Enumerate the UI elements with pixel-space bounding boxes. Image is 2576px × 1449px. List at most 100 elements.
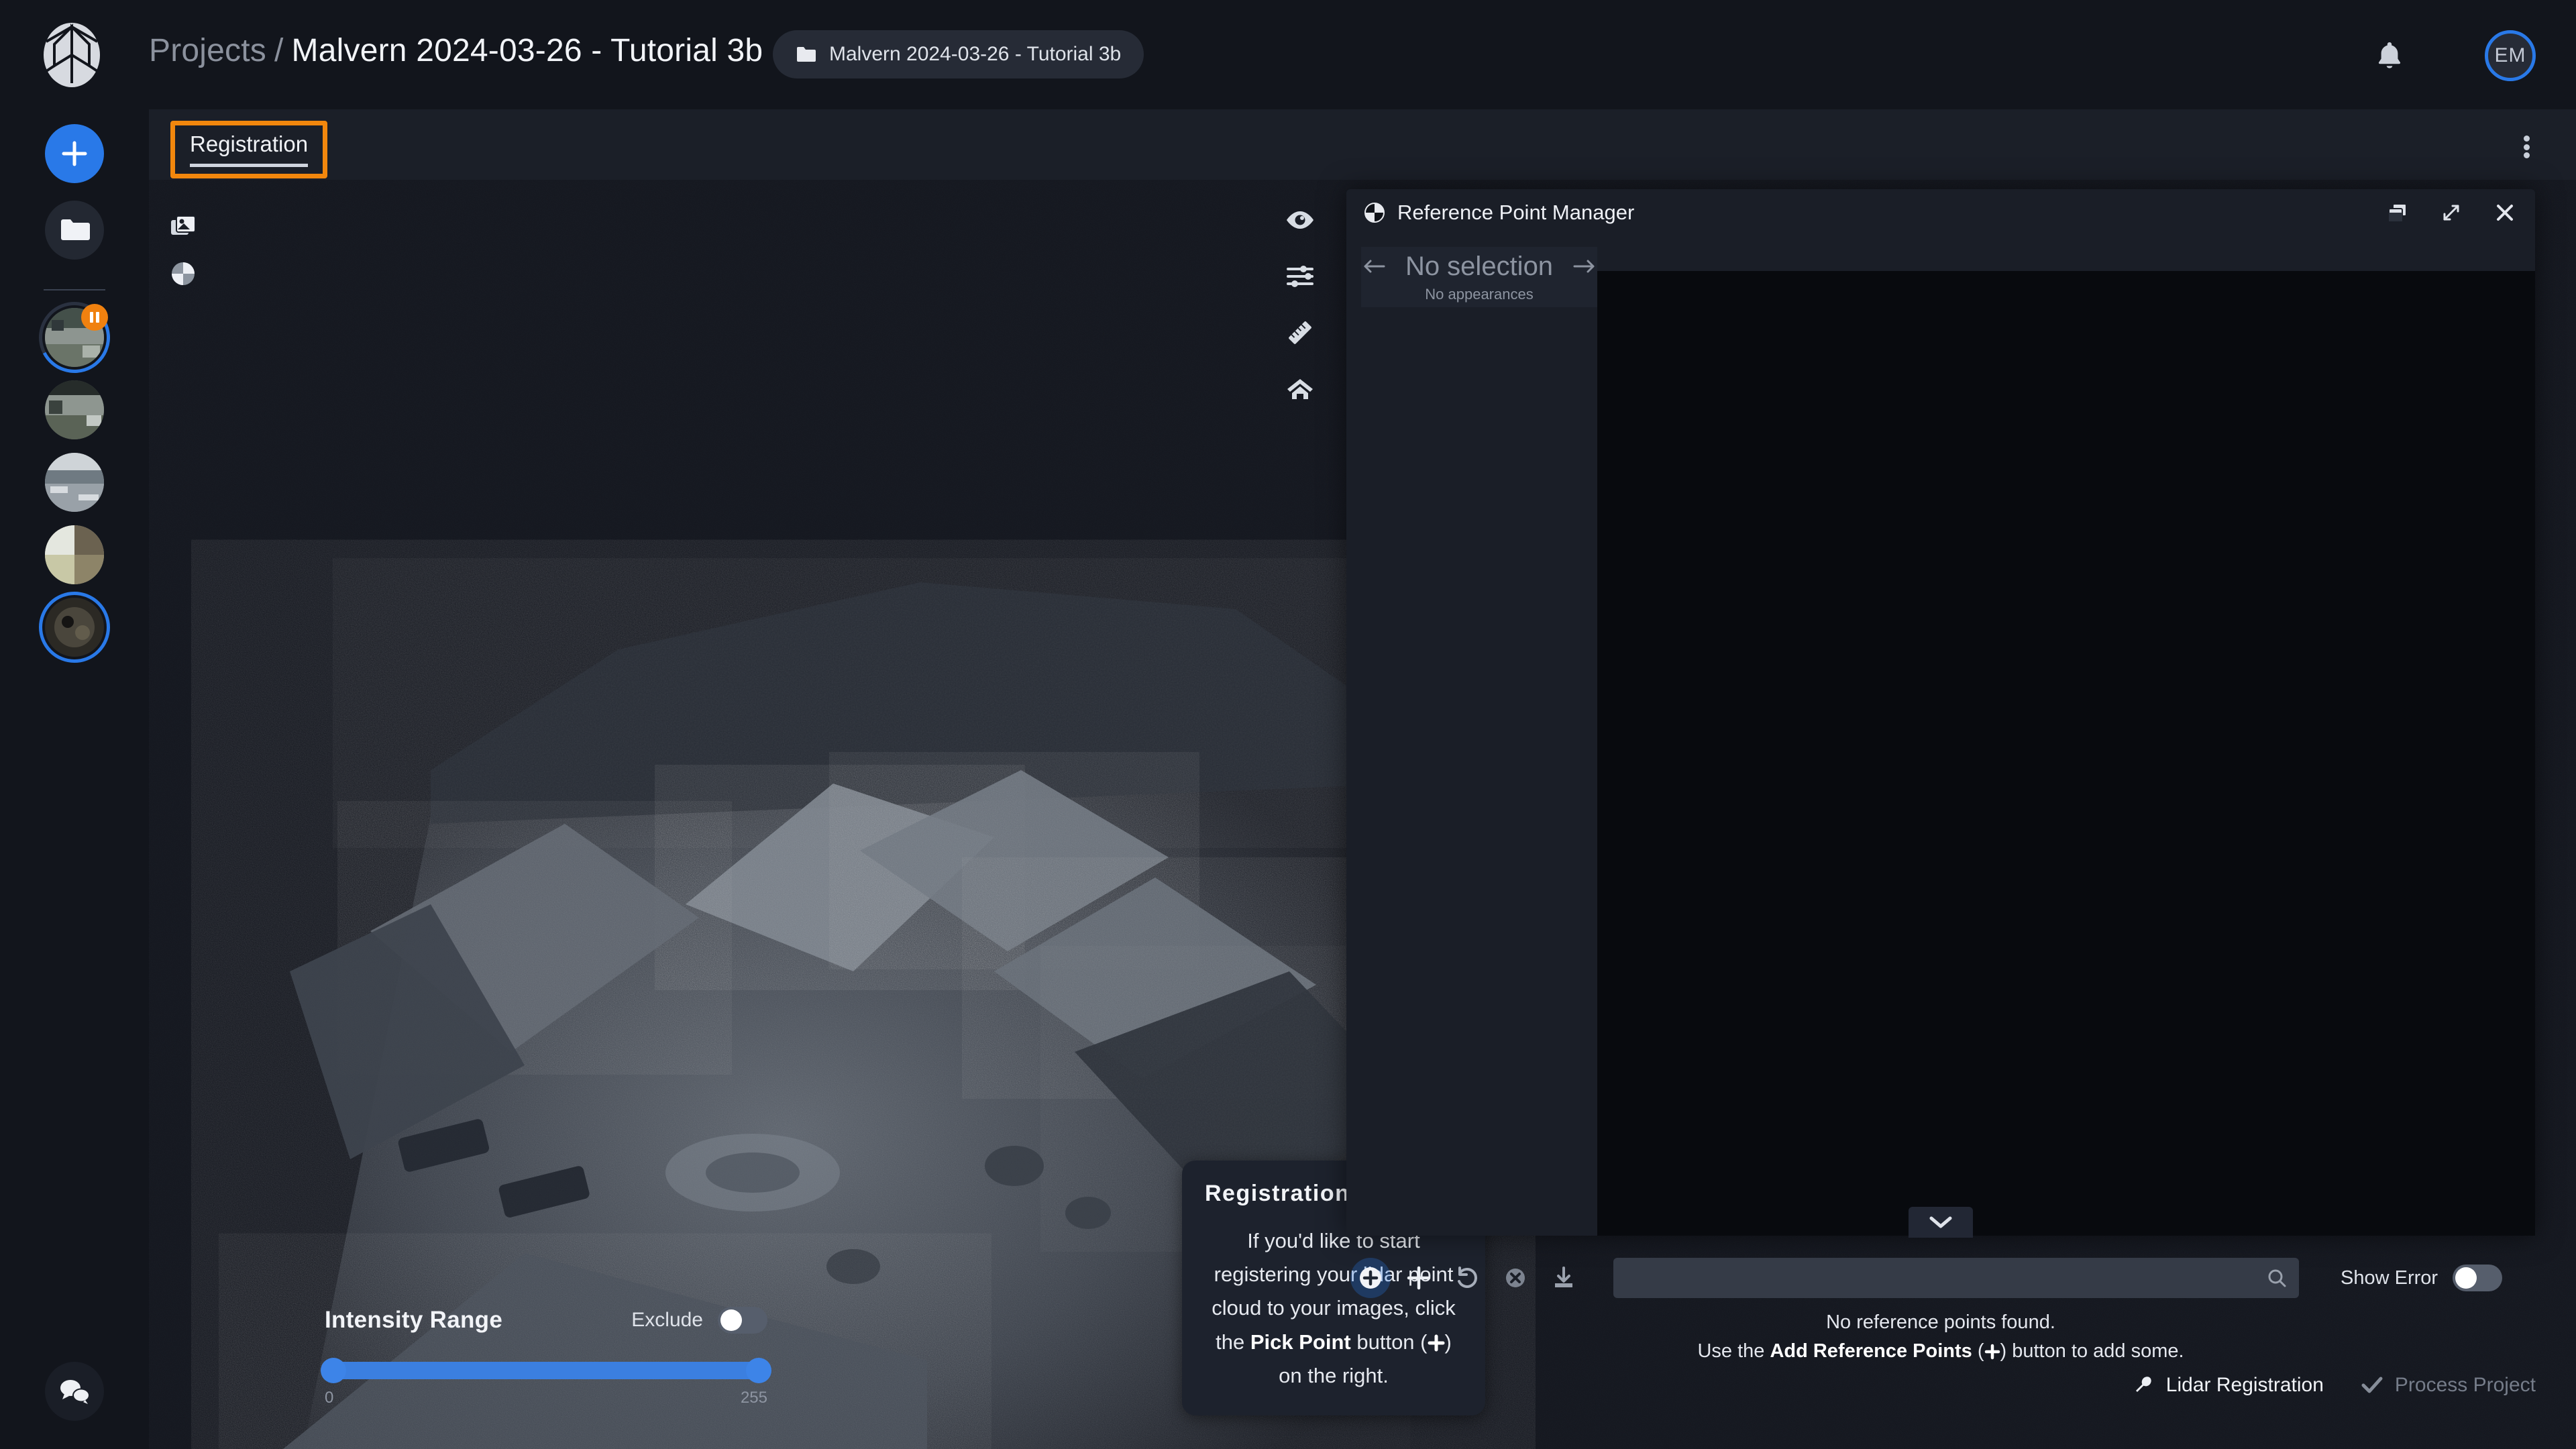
add-new-button[interactable] bbox=[45, 124, 104, 183]
bell-icon[interactable] bbox=[2371, 37, 2408, 74]
add-reference-points-button[interactable] bbox=[1395, 1254, 1443, 1302]
show-error-label: Show Error bbox=[2341, 1267, 2438, 1289]
plus-icon bbox=[1406, 1265, 1432, 1291]
viewport-tool-strip bbox=[1281, 201, 1319, 408]
intensity-range-slider[interactable] bbox=[325, 1362, 767, 1379]
intensity-min-handle[interactable] bbox=[321, 1358, 346, 1383]
rpm-body: No selection No appearances bbox=[1346, 236, 2535, 1236]
search-input[interactable] bbox=[1613, 1258, 2299, 1298]
chat-bubbles-icon[interactable] bbox=[45, 1362, 104, 1421]
pause-icon[interactable] bbox=[81, 304, 108, 331]
empty-text-part1: Use the bbox=[1697, 1340, 1770, 1362]
ruler-icon[interactable] bbox=[1281, 314, 1319, 352]
registration-tab-highlight: Registration bbox=[170, 121, 327, 178]
intensity-min-tick: 0 bbox=[325, 1389, 333, 1407]
selected-ring bbox=[39, 592, 110, 663]
delete-button[interactable] bbox=[1491, 1254, 1540, 1302]
intensity-max-tick: 255 bbox=[741, 1389, 767, 1407]
wrench-icon bbox=[2133, 1375, 2154, 1396]
avatar[interactable]: EM bbox=[2485, 30, 2536, 81]
process-project-label: Process Project bbox=[2395, 1374, 2536, 1397]
sidebar-item-dataset-2[interactable] bbox=[45, 380, 104, 439]
sphere-quadrant-icon[interactable] bbox=[164, 255, 202, 292]
rpm-title: Reference Point Manager bbox=[1397, 201, 1634, 225]
exclude-toggle[interactable] bbox=[718, 1307, 767, 1334]
reset-button[interactable] bbox=[1443, 1254, 1491, 1302]
rpm-collapse-handle[interactable] bbox=[1909, 1207, 1973, 1238]
tab-registration[interactable]: Registration bbox=[175, 125, 323, 174]
rpm-footer-actions: Lidar Registration Process Project bbox=[2133, 1374, 2536, 1397]
empty-text-bold: Add Reference Points bbox=[1770, 1340, 1972, 1362]
projects-folder-button[interactable] bbox=[45, 201, 104, 260]
rpm-empty-line2: Use the Add Reference Points ( ) button t… bbox=[1346, 1337, 2535, 1366]
empty-text-part2: ( bbox=[1972, 1340, 1984, 1362]
left-rail bbox=[0, 109, 149, 1449]
intensity-range-title: Intensity Range bbox=[325, 1307, 502, 1334]
check-icon bbox=[2361, 1376, 2383, 1395]
rpm-selection-bar: No selection No appearances bbox=[1361, 247, 1597, 307]
help-text-bold: Pick Point bbox=[1250, 1330, 1351, 1354]
dataset-thumbnail-2 bbox=[45, 380, 104, 439]
kebab-menu-icon[interactable] bbox=[2512, 132, 2541, 162]
undo-icon bbox=[1454, 1265, 1480, 1291]
export-button[interactable] bbox=[1540, 1254, 1588, 1302]
breadcrumb-separator: / bbox=[266, 32, 292, 69]
tab-bar: Registration bbox=[149, 109, 2576, 180]
intensity-range-panel: Intensity Range Exclude 0 255 bbox=[325, 1307, 767, 1407]
breadcrumb-current-project: Malvern 2024-03-26 - Tutorial 3b bbox=[292, 32, 763, 69]
lidar-registration-label: Lidar Registration bbox=[2166, 1374, 2324, 1397]
show-error-control: Show Error bbox=[2341, 1265, 2502, 1291]
sliders-icon[interactable] bbox=[1281, 258, 1319, 295]
project-chip-label: Malvern 2024-03-26 - Tutorial 3b bbox=[829, 43, 1121, 66]
dataset-thumbnail-3 bbox=[45, 453, 104, 512]
rpm-image-canvas[interactable] bbox=[1597, 271, 2535, 1236]
expand-diagonal-icon[interactable] bbox=[2436, 197, 2467, 228]
restore-window-icon[interactable] bbox=[2382, 197, 2413, 228]
eye-icon[interactable] bbox=[1281, 201, 1319, 239]
rpm-window-controls bbox=[2382, 197, 2520, 228]
breadcrumb-projects-link[interactable]: Projects bbox=[149, 32, 266, 69]
empty-text-part3: ) button to add some. bbox=[2000, 1340, 2184, 1362]
circle-plus-filled-icon bbox=[1357, 1265, 1384, 1291]
arrow-left-icon[interactable] bbox=[1362, 258, 1385, 274]
rpm-empty-line1: No reference points found. bbox=[1346, 1308, 2535, 1337]
sidebar-item-dataset-3[interactable] bbox=[45, 453, 104, 512]
sidebar-item-dataset-1[interactable] bbox=[45, 308, 104, 367]
plus-icon bbox=[1984, 1340, 2000, 1362]
show-error-toggle[interactable] bbox=[2453, 1265, 2502, 1291]
dataset-thumbnail-4 bbox=[45, 525, 104, 584]
folder-icon bbox=[796, 46, 817, 63]
rpm-selection-label: No selection bbox=[1405, 252, 1553, 282]
breadcrumb: Projects / Malvern 2024-03-26 - Tutorial… bbox=[149, 32, 763, 69]
tab-registration-label: Registration bbox=[190, 133, 308, 155]
search-icon bbox=[2267, 1268, 2287, 1288]
sphere-quadrant-icon bbox=[1364, 202, 1385, 223]
rpm-no-appearances-label: No appearances bbox=[1425, 286, 1533, 303]
rpm-header: Reference Point Manager bbox=[1346, 189, 2535, 236]
image-stack-icon[interactable] bbox=[164, 208, 202, 246]
sidebar-item-dataset-4[interactable] bbox=[45, 525, 104, 584]
rpm-left-pane bbox=[1346, 307, 1597, 1236]
arrow-right-icon[interactable] bbox=[1573, 258, 1596, 274]
avatar-initials: EM bbox=[2495, 44, 2526, 67]
tab-active-underline bbox=[190, 164, 308, 167]
rail-divider bbox=[44, 289, 105, 290]
intensity-max-handle[interactable] bbox=[746, 1358, 771, 1383]
lidar-registration-button[interactable]: Lidar Registration bbox=[2133, 1374, 2324, 1397]
reference-point-manager-panel: Reference Point Manager bbox=[1346, 189, 2535, 1236]
project-chip[interactable]: Malvern 2024-03-26 - Tutorial 3b bbox=[773, 30, 1144, 78]
close-icon[interactable] bbox=[2489, 197, 2520, 228]
download-icon bbox=[1551, 1265, 1576, 1291]
process-project-button[interactable]: Process Project bbox=[2361, 1374, 2536, 1397]
rpm-empty-state: No reference points found. Use the Add R… bbox=[1346, 1308, 2535, 1366]
exclude-label: Exclude bbox=[631, 1309, 703, 1332]
sidebar-item-dataset-5[interactable] bbox=[45, 598, 104, 657]
app-logo[interactable] bbox=[37, 20, 106, 89]
processing-progress-ring bbox=[30, 292, 119, 382]
circle-x-icon bbox=[1503, 1265, 1528, 1291]
top-bar: Projects / Malvern 2024-03-26 - Tutorial… bbox=[0, 0, 2576, 109]
home-icon[interactable] bbox=[1281, 370, 1319, 408]
pick-point-button[interactable] bbox=[1346, 1254, 1395, 1302]
rpm-toolbar: Show Error bbox=[1346, 1253, 2535, 1303]
chevron-down-icon bbox=[1929, 1216, 1952, 1229]
